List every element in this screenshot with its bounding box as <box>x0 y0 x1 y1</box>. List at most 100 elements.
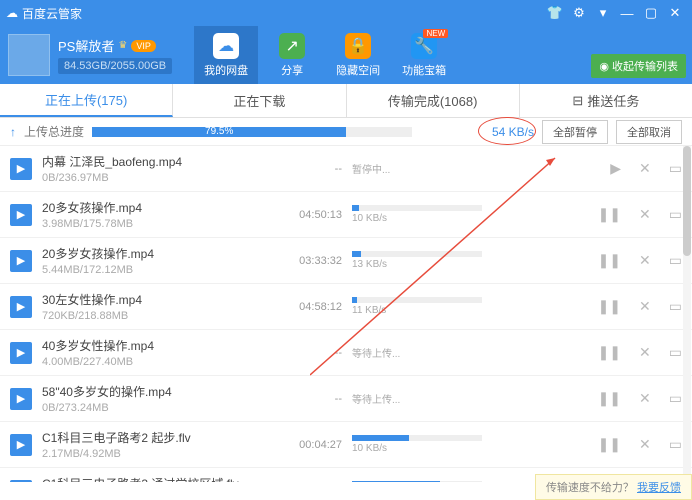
file-name: 内幕 江泽民_baofeng.mp4 <box>42 153 272 170</box>
file-size: 0B/236.97MB <box>42 172 272 184</box>
file-icon: ▶ <box>10 480 32 483</box>
file-time: 04:58:12 <box>282 301 342 313</box>
tab-2[interactable]: 传输完成(1068) <box>347 84 520 117</box>
cancel-icon[interactable]: ✕ <box>639 298 651 315</box>
nav-icon: ☁ <box>213 33 239 59</box>
nav-label: 功能宝箱 <box>402 62 446 78</box>
settings-icon[interactable]: ⚙ <box>568 4 590 22</box>
file-speed: 10 KB/s <box>352 213 482 224</box>
scroll-thumb[interactable] <box>683 146 691 256</box>
new-badge: NEW <box>423 29 448 38</box>
pause-play-icon[interactable]: ❚❚ <box>598 252 621 269</box>
file-time: 03:33:32 <box>282 255 342 267</box>
nav-label: 分享 <box>281 62 303 78</box>
cancel-icon[interactable]: ✕ <box>639 252 651 269</box>
scrollbar[interactable] <box>683 146 691 482</box>
maximize-icon[interactable]: ▢ <box>640 4 662 22</box>
nav-1[interactable]: ↗ 分享 <box>260 26 324 84</box>
progress-label: 上传总进度 <box>24 123 84 140</box>
cancel-icon[interactable]: ✕ <box>639 390 651 407</box>
file-name: 20多女孩操作.mp4 <box>42 199 272 216</box>
file-icon: ▶ <box>10 158 32 180</box>
nav-label: 隐藏空间 <box>336 62 380 78</box>
file-row[interactable]: ▶ 30左女性操作.mp4 720KB/218.88MB 04:58:12 11… <box>0 284 692 330</box>
menu-icon[interactable]: ▾ <box>592 4 614 22</box>
file-speed: 13 KB/s <box>352 259 482 270</box>
collapse-icon: ◉ <box>599 60 609 73</box>
file-size: 2.17MB/4.92MB <box>42 448 272 460</box>
nav-label: 我的网盘 <box>204 62 248 78</box>
file-speed: 10 KB/s <box>352 443 482 454</box>
user-block: PS解放者 ♛ VIP 84.53GB/2055.00GB <box>8 34 172 76</box>
folder-icon[interactable]: ▭ <box>669 436 682 453</box>
feedback-link[interactable]: 我要反馈 <box>637 482 681 494</box>
minimize-icon[interactable]: — <box>616 4 638 22</box>
crown-icon: ♛ <box>118 40 127 51</box>
footer-tip: 传输速度不给力？ 我要反馈 <box>535 474 692 500</box>
file-time: 04:50:13 <box>282 209 342 221</box>
file-speed: 等待上传... <box>352 391 482 406</box>
folder-icon[interactable]: ▭ <box>669 344 682 361</box>
window-controls: 👕 ⚙ ▾ — ▢ ✕ <box>544 4 686 22</box>
cancel-all-button[interactable]: 全部取消 <box>616 120 682 144</box>
file-row[interactable]: ▶ 20多女孩操作.mp4 3.98MB/175.78MB 04:50:13 1… <box>0 192 692 238</box>
nav-0[interactable]: ☁ 我的网盘 <box>194 26 258 84</box>
push-icon: ⊟ <box>572 93 583 109</box>
pause-play-icon[interactable]: ❚❚ <box>598 390 621 407</box>
collapse-button[interactable]: ◉ 收起传输列表 <box>591 54 686 78</box>
file-row[interactable]: ▶ 20多岁女孩操作.mp4 5.44MB/172.12MB 03:33:32 … <box>0 238 692 284</box>
file-size: 0B/273.24MB <box>42 402 272 414</box>
cancel-icon[interactable]: ✕ <box>639 344 651 361</box>
tab-3[interactable]: ⊟推送任务 <box>520 84 692 117</box>
file-icon: ▶ <box>10 296 32 318</box>
username-row: PS解放者 ♛ VIP <box>58 36 172 55</box>
folder-icon[interactable]: ▭ <box>669 160 682 177</box>
tab-0[interactable]: 正在上传(175) <box>0 84 173 117</box>
cancel-icon[interactable]: ✕ <box>639 160 651 177</box>
nav-3[interactable]: 🔧功能宝箱NEW <box>392 26 456 84</box>
cancel-icon[interactable]: ✕ <box>639 436 651 453</box>
file-name: 40多岁女性操作.mp4 <box>42 337 272 354</box>
skin-icon[interactable]: 👕 <box>544 4 566 22</box>
file-name: 20多岁女孩操作.mp4 <box>42 245 272 262</box>
pause-all-button[interactable]: 全部暂停 <box>542 120 608 144</box>
header: PS解放者 ♛ VIP 84.53GB/2055.00GB ☁ 我的网盘 ↗ 分享 🔒隐… <box>0 26 692 84</box>
file-row[interactable]: ▶ 内幕 江泽民_baofeng.mp4 0B/236.97MB -- 暂停中.… <box>0 146 692 192</box>
file-row[interactable]: ▶ C1科目三电子路考2 起步.flv 2.17MB/4.92MB 00:04:… <box>0 422 692 468</box>
file-progress-bar <box>352 297 482 303</box>
file-name: 58"40多岁女的操作.mp4 <box>42 383 272 400</box>
pause-play-icon[interactable]: ❚❚ <box>598 206 621 223</box>
titlebar: ☁ 百度云管家 👕 ⚙ ▾ — ▢ ✕ <box>0 0 692 26</box>
cancel-icon[interactable]: ✕ <box>639 206 651 223</box>
progress-pct: 79.5% <box>205 126 233 137</box>
footer-text: 传输速度不给力？ <box>546 482 634 494</box>
file-icon: ▶ <box>10 342 32 364</box>
folder-icon[interactable]: ▭ <box>669 206 682 223</box>
file-size: 720KB/218.88MB <box>42 310 272 322</box>
file-progress-bar <box>352 481 482 482</box>
folder-icon[interactable]: ▭ <box>669 298 682 315</box>
file-time: 00:04:27 <box>282 439 342 451</box>
progress-bar: 79.5% <box>92 127 412 137</box>
pause-play-icon[interactable]: ❚❚ <box>598 344 621 361</box>
nav-2[interactable]: 🔒隐藏空间 <box>326 26 390 84</box>
close-icon[interactable]: ✕ <box>664 4 686 22</box>
file-row[interactable]: ▶ 40多岁女性操作.mp4 4.00MB/227.40MB -- 等待上传..… <box>0 330 692 376</box>
avatar[interactable] <box>8 34 50 76</box>
tabs: 正在上传(175)正在下载传输完成(1068)⊟推送任务 <box>0 84 692 118</box>
file-icon: ▶ <box>10 388 32 410</box>
file-list: ▶ 内幕 江泽民_baofeng.mp4 0B/236.97MB -- 暂停中.… <box>0 146 692 482</box>
tab-1[interactable]: 正在下载 <box>173 84 346 117</box>
vip-badge: VIP <box>131 40 156 52</box>
pause-play-icon[interactable]: ❚❚ <box>598 436 621 453</box>
file-row[interactable]: ▶ 58"40多岁女的操作.mp4 0B/273.24MB -- 等待上传...… <box>0 376 692 422</box>
folder-icon[interactable]: ▭ <box>669 390 682 407</box>
pause-play-icon[interactable]: ▶ <box>610 160 621 177</box>
file-icon: ▶ <box>10 204 32 226</box>
username[interactable]: PS解放者 <box>58 36 114 55</box>
folder-icon[interactable]: ▭ <box>669 252 682 269</box>
file-speed: 等待上传... <box>352 345 482 360</box>
overall-progress-row: ↑ 上传总进度 79.5% 54 KB/s 全部暂停 全部取消 <box>0 118 692 146</box>
pause-play-icon[interactable]: ❚❚ <box>598 298 621 315</box>
nav-icon: ↗ <box>279 33 305 59</box>
